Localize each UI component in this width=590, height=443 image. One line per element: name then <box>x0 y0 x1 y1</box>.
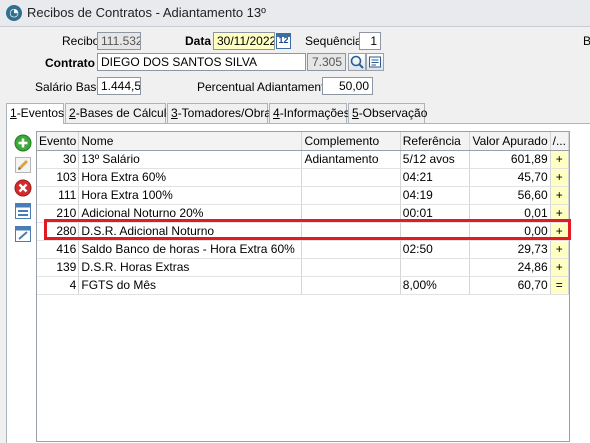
cell-acao[interactable]: = <box>550 276 570 295</box>
edit-rows-icon[interactable] <box>13 224 33 244</box>
cell-acao[interactable]: + <box>550 150 570 169</box>
cell-acao[interactable]: + <box>550 186 570 205</box>
table-header-row: Evento Nome Complemento Referência Valor… <box>37 132 570 151</box>
table-row[interactable]: 111 Hora Extra 100% 04:19 56,60 + <box>37 186 570 205</box>
table-row[interactable]: 30 13º Salário Adiantamento 5/12 avos 60… <box>37 150 570 169</box>
table-row[interactable]: 103 Hora Extra 60% 04:21 45,70 + <box>37 168 570 187</box>
cell-nome: Saldo Banco de horas - Hora Extra 60% <box>78 240 303 259</box>
cell-complemento <box>301 168 401 187</box>
window-title: Recibos de Contratos - Adiantamento 13º <box>27 5 266 20</box>
sequencia-label: Sequência <box>305 34 362 48</box>
percentual-label: Percentual Adiantamento <box>197 80 332 94</box>
salario-field[interactable]: 1.444,53 <box>97 77 141 95</box>
cell-referencia: 02:50 <box>400 240 471 259</box>
cell-referencia: 04:19 <box>400 186 471 205</box>
details-icon[interactable] <box>366 53 384 71</box>
cell-referencia: 5/12 avos <box>400 150 471 169</box>
col-nome[interactable]: Nome <box>78 132 303 151</box>
cell-evento: 4 <box>37 276 80 295</box>
cell-nome: Hora Extra 60% <box>78 168 303 187</box>
col-complemento[interactable]: Complemento <box>301 132 401 151</box>
cell-valor: 60,70 <box>469 276 551 295</box>
col-referencia[interactable]: Referência <box>400 132 471 151</box>
cell-valor: 24,86 <box>469 258 551 277</box>
cell-valor: 45,70 <box>469 168 551 187</box>
add-icon[interactable] <box>13 133 33 153</box>
col-evento[interactable]: Evento <box>37 132 80 151</box>
eventos-grid[interactable]: Evento Nome Complemento Referência Valor… <box>36 131 570 442</box>
cell-complemento: Adiantamento <box>301 150 401 169</box>
cell-evento: 139 <box>37 258 80 277</box>
tab-tomadores-obras[interactable]: 3-Tomadores/Obras <box>167 103 277 123</box>
table-row[interactable]: 139 D.S.R. Horas Extras 24,86 + <box>37 258 570 277</box>
cell-acao[interactable]: + <box>550 258 570 277</box>
col-valor-apurado[interactable]: Valor Apurado <box>469 132 551 151</box>
window-titlebar: ◔ Recibos de Contratos - Adiantamento 13… <box>0 0 590 27</box>
data-label: Data <box>185 34 212 48</box>
eventos-table: Evento Nome Complemento Referência Valor… <box>37 132 570 295</box>
table-row[interactable]: 4 FGTS do Mês 8,00% 60,70 = <box>37 276 570 295</box>
cell-complemento <box>301 276 401 295</box>
tab-informacoes[interactable]: 4-Informações <box>269 103 350 123</box>
cell-referencia <box>400 258 471 277</box>
percentual-field[interactable]: 50,00 <box>322 77 373 95</box>
delete-icon[interactable] <box>13 178 33 198</box>
salario-label: Salário Base <box>35 80 104 94</box>
cell-referencia: 8,00% <box>400 276 471 295</box>
recibo-label: Recibo <box>62 34 100 48</box>
contrato-code-field[interactable]: 7.305 <box>307 53 346 71</box>
cell-acao[interactable]: + <box>550 240 570 259</box>
cell-evento: 103 <box>37 168 80 187</box>
calendar-icon[interactable]: 12 <box>276 33 291 49</box>
data-field[interactable]: 30/11/2022 <box>213 32 275 50</box>
search-icon[interactable] <box>348 53 366 71</box>
cell-complemento <box>301 186 401 205</box>
cell-nome: Hora Extra 100% <box>78 186 303 205</box>
cell-valor: 29,73 <box>469 240 551 259</box>
cell-acao[interactable]: + <box>550 168 570 187</box>
tab-observacao[interactable]: 5-Observação <box>348 103 427 123</box>
cell-complemento <box>301 258 401 277</box>
cell-valor: 56,60 <box>469 186 551 205</box>
cell-nome: 13º Salário <box>78 150 303 169</box>
tab-eventos[interactable]: 1-Eventos <box>6 103 64 124</box>
app-icon: ◔ <box>6 5 22 21</box>
cell-evento: 416 <box>37 240 80 259</box>
contrato-label: Contrato <box>45 56 95 70</box>
cell-complemento <box>301 240 401 259</box>
col-acao[interactable]: /... <box>550 132 570 151</box>
sequencia-field[interactable]: 1 <box>359 32 381 50</box>
insert-rows-icon[interactable] <box>13 201 33 221</box>
cell-evento: 111 <box>37 186 80 205</box>
cell-evento: 30 <box>37 150 80 169</box>
highlight-box <box>44 219 571 240</box>
cell-valor: 601,89 <box>469 150 551 169</box>
contrato-field[interactable]: DIEGO DOS SANTOS SILVA <box>97 53 306 71</box>
table-row[interactable]: 416 Saldo Banco de horas - Hora Extra 60… <box>37 240 570 259</box>
cut-off-label: B <box>583 34 590 48</box>
recibo-field[interactable]: 111.532 <box>97 32 141 50</box>
cell-referencia: 04:21 <box>400 168 471 187</box>
cell-nome: D.S.R. Horas Extras <box>78 258 303 277</box>
edit-icon[interactable] <box>13 155 33 175</box>
cell-nome: FGTS do Mês <box>78 276 303 295</box>
tab-bases-calculo[interactable]: 2-Bases de Cálculo <box>65 103 173 123</box>
